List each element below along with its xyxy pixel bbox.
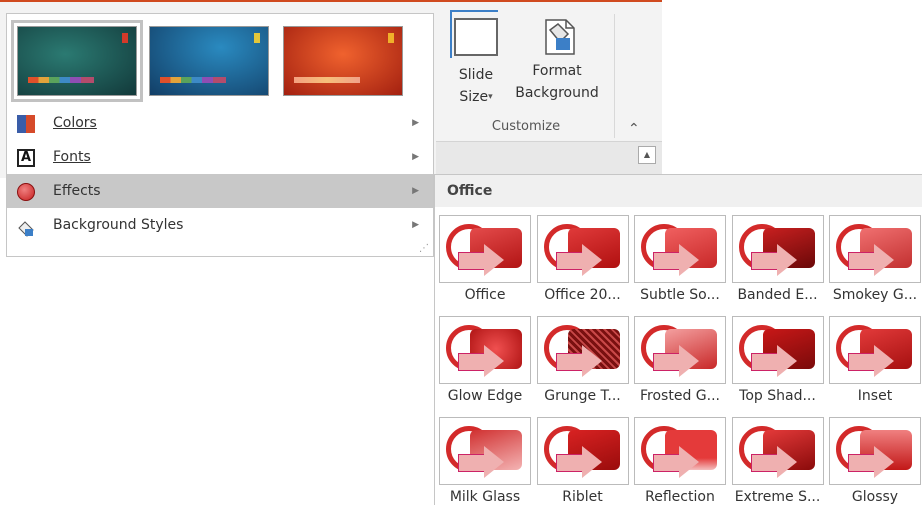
- effect-tile-label: Smokey G...: [832, 287, 918, 303]
- effect-tile[interactable]: Reflection: [632, 413, 728, 511]
- slide-size-icon: [450, 10, 498, 58]
- variant-thumb-teal[interactable]: [11, 20, 143, 102]
- effect-preview-icon: [439, 215, 531, 283]
- effect-tile[interactable]: Grunge T...: [535, 312, 631, 410]
- effect-preview-icon: [829, 215, 921, 283]
- effect-tile-label: Glow Edge: [447, 388, 523, 404]
- menu-item-label: Effects: [53, 183, 101, 199]
- resize-grip-icon[interactable]: ⋰: [419, 243, 429, 254]
- effect-tile-label: Extreme S...: [734, 489, 821, 505]
- effect-tile-label: Glossy: [851, 489, 899, 505]
- effect-tile-label: Frosted G...: [640, 388, 720, 404]
- variant-thumb-red[interactable]: [283, 26, 403, 96]
- slide-size-label: Slide Size▾: [458, 67, 494, 105]
- effect-tile-label: Riblet: [562, 489, 603, 505]
- theme-menu: Colors ▶ A Fonts ▶ Effects ▶ Background …: [7, 106, 433, 242]
- effect-preview-icon: [536, 215, 629, 283]
- menu-item-colors[interactable]: Colors ▶: [7, 106, 433, 140]
- effect-tile[interactable]: Top Shad...: [730, 312, 826, 410]
- group-label-customize: Customize: [491, 119, 561, 134]
- effect-preview-icon: [731, 417, 824, 485]
- submenu-arrow-icon: ▶: [412, 186, 419, 196]
- effect-preview-icon: [634, 215, 726, 283]
- variant-tag: [254, 33, 260, 43]
- format-background-button[interactable]: Format Background: [510, 10, 604, 104]
- menu-item-fonts[interactable]: A Fonts ▶: [7, 140, 433, 174]
- effect-tile-label: Subtle So...: [640, 287, 720, 303]
- effect-tile[interactable]: Smokey G...: [827, 211, 922, 309]
- effects-icon: [17, 183, 35, 201]
- effect-preview-icon: [731, 316, 824, 384]
- variant-tag: [388, 33, 394, 43]
- effect-tile[interactable]: Glow Edge: [437, 312, 533, 410]
- variant-color-bar: [160, 77, 226, 83]
- submenu-arrow-icon: ▶: [412, 118, 419, 128]
- effect-preview-icon: [536, 316, 629, 384]
- effect-tile[interactable]: Riblet: [535, 413, 631, 511]
- menu-item-label: Fonts: [53, 149, 91, 165]
- effect-tile[interactable]: Extreme S...: [730, 413, 826, 511]
- effect-tile-label: Inset: [857, 388, 893, 404]
- effect-tile[interactable]: Banded E...: [730, 211, 826, 309]
- variant-color-bar: [28, 77, 94, 83]
- effect-preview-icon: [731, 215, 824, 283]
- slide-size-button[interactable]: Slide Size▾: [448, 10, 504, 108]
- effect-preview-icon: [634, 316, 726, 384]
- fonts-icon: A: [17, 149, 35, 167]
- effect-preview-icon: [439, 417, 531, 485]
- effect-tile-label: Office 20...: [544, 287, 621, 303]
- effect-preview-icon: [439, 316, 531, 384]
- effect-tile[interactable]: Glossy: [827, 413, 922, 511]
- effects-gallery-header: Office: [435, 175, 922, 207]
- effect-preview-icon: [829, 316, 921, 384]
- effect-tile[interactable]: Office 20...: [535, 211, 631, 309]
- variant-thumb-blue[interactable]: [149, 26, 269, 96]
- effect-tile[interactable]: Frosted G...: [632, 312, 728, 410]
- effect-tile-label: Banded E...: [737, 287, 818, 303]
- variant-color-bar: [294, 77, 360, 83]
- menu-item-effects[interactable]: Effects ▶: [7, 174, 433, 208]
- menu-item-label: Colors: [53, 115, 97, 131]
- effect-tile-label: Milk Glass: [449, 489, 521, 505]
- menu-item-label: Background Styles: [53, 217, 184, 233]
- menu-item-background-styles[interactable]: Background Styles ▶: [7, 208, 433, 242]
- effect-preview-icon: [536, 417, 629, 485]
- effect-tile-label: Office: [464, 287, 506, 303]
- effect-tile-label: Reflection: [645, 489, 715, 505]
- effect-preview-icon: [634, 417, 726, 485]
- effect-tile-label: Grunge T...: [544, 388, 621, 404]
- colors-icon: [17, 115, 35, 133]
- effects-gallery: Office Office Office 20... Subtle So... Ban…: [434, 174, 922, 505]
- format-background-label: Format Background: [515, 63, 599, 101]
- effect-tile[interactable]: Subtle So...: [632, 211, 728, 309]
- submenu-arrow-icon: ▶: [412, 152, 419, 162]
- collapse-ribbon-button[interactable]: ⌃: [628, 121, 640, 137]
- submenu-arrow-icon: ▶: [412, 220, 419, 230]
- effect-tile-label: Top Shad...: [739, 388, 816, 404]
- variant-tag: [122, 33, 128, 43]
- gallery-scroll-up-button[interactable]: ▲: [638, 146, 656, 164]
- effect-tile[interactable]: Office: [437, 211, 533, 309]
- ribbon-gallery-strip: [436, 141, 662, 177]
- effect-tile[interactable]: Milk Glass: [437, 413, 533, 511]
- effect-tile[interactable]: Inset: [827, 312, 922, 410]
- format-background-icon: [542, 18, 575, 55]
- variants-dropdown: Colors ▶ A Fonts ▶ Effects ▶ Background …: [6, 13, 434, 257]
- effect-preview-icon: [829, 417, 921, 485]
- ribbon-separator: [614, 14, 615, 138]
- background-styles-icon: [17, 217, 35, 237]
- variant-thumbnails: [7, 14, 433, 104]
